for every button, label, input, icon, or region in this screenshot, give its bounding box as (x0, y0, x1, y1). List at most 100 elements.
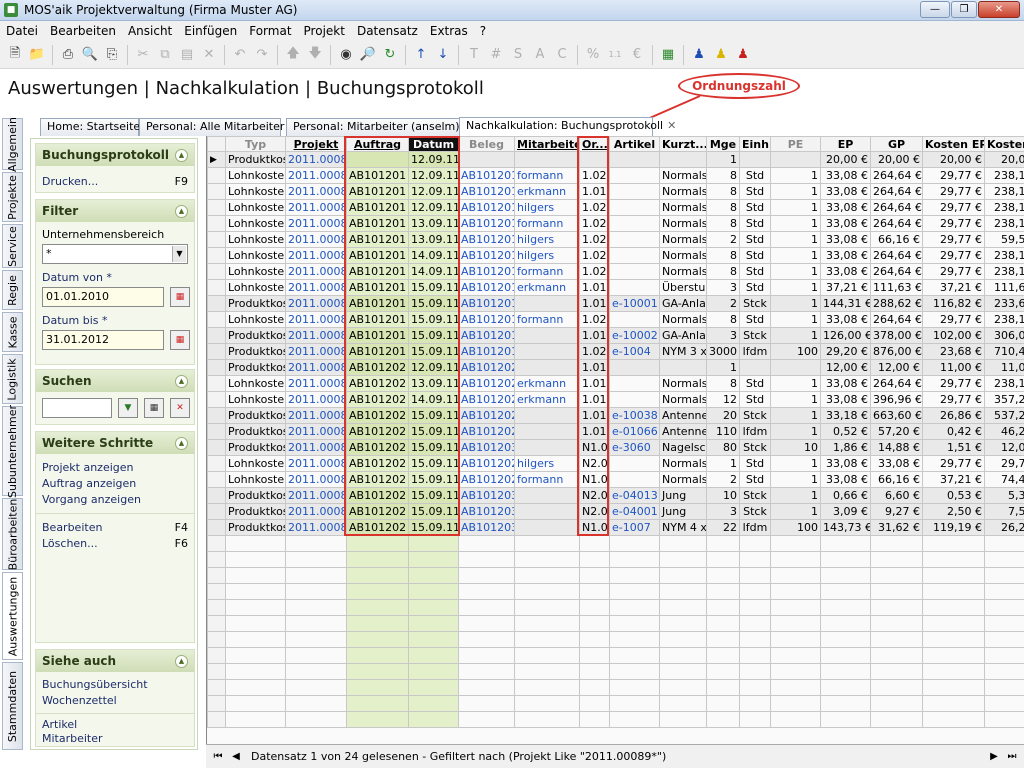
grid-cell[interactable]: 13.09.11 (408, 215, 459, 232)
grid-cell[interactable]: AB101201 (458, 295, 515, 312)
grid-cell[interactable]: AB101201 (458, 279, 515, 296)
grid-cell[interactable]: e-3060 (609, 439, 660, 456)
grid-cell[interactable]: AB101202 (346, 471, 409, 488)
grid-cell[interactable]: 15.09.11 (408, 279, 459, 296)
search-input[interactable] (42, 398, 112, 418)
grid-cell[interactable]: AB101202 (346, 391, 409, 408)
grid-cell[interactable]: hilgers (514, 199, 580, 216)
vertical-tab-stammdaten[interactable]: Stammdaten (2, 662, 23, 750)
move-down-icon[interactable]: 🡇 (304, 44, 326, 66)
grid-cell[interactable]: Stck (739, 503, 771, 520)
grid-cell[interactable]: AB101202 (346, 375, 409, 392)
paste-icon[interactable]: ▤ (176, 44, 198, 66)
grid-cell[interactable]: Stck (739, 439, 771, 456)
grid-cell[interactable]: 238,16 € (984, 375, 1024, 392)
grid-cell[interactable]: 9,27 € (870, 503, 923, 520)
grid-cell[interactable]: 1.02 (579, 343, 610, 360)
grid-cell[interactable]: 2011.00089 (285, 407, 347, 424)
grid-cell[interactable]: 1 (770, 295, 821, 312)
grid-cell[interactable]: formann (514, 263, 580, 280)
grid-cell[interactable]: 15.09.11 (408, 439, 459, 456)
grid-cell[interactable]: 23,68 € (922, 343, 985, 360)
menu-item-projekt[interactable]: Projekt (298, 21, 351, 41)
grid-cell[interactable]: 10 (770, 439, 821, 456)
grid-cell[interactable]: 3 (706, 279, 740, 296)
grid-cell[interactable]: 264,64 € (870, 375, 923, 392)
grid-cell[interactable]: 12.09.11 (408, 151, 459, 168)
grid-cell[interactable]: e-01066 (609, 423, 660, 440)
grid-cell[interactable]: 2011.00089 (285, 519, 347, 536)
grid-cell[interactable]: 126,00 € (820, 327, 871, 344)
grid-cell[interactable]: Normalst (659, 263, 707, 280)
grid-cell[interactable]: 1 (706, 151, 740, 168)
grid-cell[interactable]: 264,64 € (870, 215, 923, 232)
grid-cell[interactable]: 26,22 € (984, 519, 1024, 536)
grid-cell[interactable]: AB101203 (458, 439, 515, 456)
grid-cell[interactable] (514, 295, 580, 312)
grid-cell[interactable] (514, 327, 580, 344)
panel-header[interactable]: Suchen ▲ (36, 370, 194, 392)
grid-cell[interactable] (609, 455, 660, 472)
grid-cell[interactable]: 1 (770, 375, 821, 392)
grid-cell[interactable]: 2011.00089 (285, 151, 347, 168)
row-indicator[interactable] (207, 183, 226, 200)
grid-cell[interactable]: GA-Anla (659, 327, 707, 344)
grid-cell[interactable]: Std (739, 279, 771, 296)
grid-cell[interactable] (514, 519, 580, 536)
panel-header[interactable]: Buchungsprotokoll ▲ (36, 144, 194, 166)
sort-descending-icon[interactable]: ↓ (432, 44, 454, 66)
grid-cell[interactable]: 144,31 € (820, 295, 871, 312)
grid-cell[interactable]: 20,00 € (870, 151, 923, 168)
grid-cell[interactable]: 29,77 € (922, 167, 985, 184)
grid-cell[interactable]: Überstu (659, 279, 707, 296)
grid-cell[interactable]: 14.09.11 (408, 263, 459, 280)
grid-cell[interactable] (739, 359, 771, 376)
table-row[interactable]: Produktkosten2011.00089AB10120215.09.11A… (207, 439, 1024, 456)
grid-cell[interactable]: 537,20 € (984, 407, 1024, 424)
user-blue-icon[interactable]: ♟ (688, 44, 710, 66)
grid-cell[interactable]: 2011.00089 (285, 375, 347, 392)
grid-cell[interactable]: e-04013 (609, 487, 660, 504)
print-link[interactable]: Drucken... F9 (42, 175, 188, 188)
a-format-icon[interactable]: A (529, 44, 551, 66)
table-row[interactable]: Lohnkosten2011.00089AB10120214.09.11AB10… (207, 391, 1024, 408)
datum-bis-input[interactable]: 31.01.2012 (42, 330, 164, 350)
row-indicator[interactable] (207, 327, 226, 344)
grid-cell[interactable]: 2011.00089 (285, 423, 347, 440)
grid-cell[interactable]: 74,42 € (984, 471, 1024, 488)
grid-cell[interactable]: 14,88 € (870, 439, 923, 456)
column-header[interactable]: Kosten GP (984, 136, 1024, 152)
grid-cell[interactable]: AB101201 (458, 183, 515, 200)
grid-cell[interactable]: 8 (706, 199, 740, 216)
grid-cell[interactable] (770, 151, 821, 168)
grid-cell[interactable]: 11,00 € (922, 359, 985, 376)
row-indicator[interactable] (207, 519, 226, 536)
grid-cell[interactable] (514, 423, 580, 440)
column-header[interactable]: Datum (408, 136, 459, 152)
grid-cell[interactable]: erkmann (514, 183, 580, 200)
column-header[interactable]: Mge (706, 136, 740, 152)
grid-cell[interactable]: 1 (770, 471, 821, 488)
remove-filter-icon[interactable]: ✕ (170, 398, 190, 418)
grid-cell[interactable]: AB101201 (346, 183, 409, 200)
grid-cell[interactable]: 2011.00089 (285, 487, 347, 504)
grid-cell[interactable]: AB101202 (346, 503, 409, 520)
grid-cell[interactable]: Normalst (659, 199, 707, 216)
grid-cell[interactable]: Normalst (659, 167, 707, 184)
grid-cell[interactable]: AB101201 (458, 199, 515, 216)
grid-cell[interactable]: AB101202 (346, 407, 409, 424)
grid-cell[interactable]: 288,62 € (870, 295, 923, 312)
grid-cell[interactable]: 5,30 € (984, 487, 1024, 504)
row-indicator[interactable] (207, 295, 226, 312)
grid-cell[interactable] (609, 391, 660, 408)
grid-cell[interactable]: Std (739, 231, 771, 248)
panel-header[interactable]: Filter ▲ (36, 200, 194, 222)
grid-cell[interactable]: 1 (770, 199, 821, 216)
calendar-icon[interactable]: ▦ (170, 330, 190, 350)
find-icon[interactable]: 🔎 (357, 44, 379, 66)
grid-cell[interactable]: 1 (706, 455, 740, 472)
grid-cell[interactable]: Stck (739, 407, 771, 424)
grid-cell[interactable]: 3 (706, 327, 740, 344)
tab-personal-mitarbeiter[interactable]: Personal: Mitarbeiter (anselm) (286, 118, 460, 136)
grid-cell[interactable]: 15.09.11 (408, 327, 459, 344)
